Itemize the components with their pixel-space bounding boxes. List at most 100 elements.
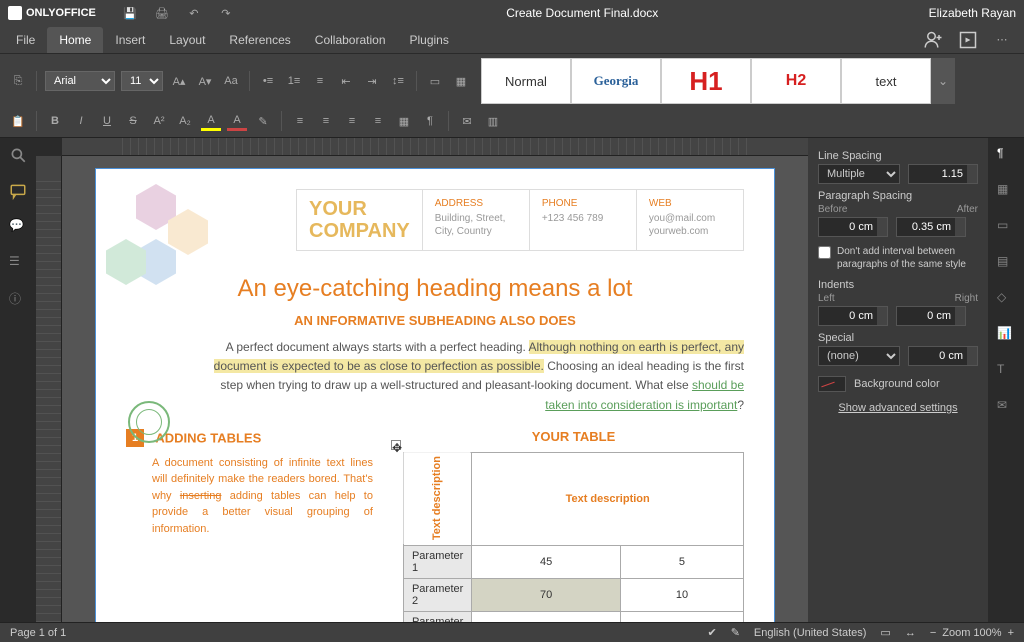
insert-field-icon[interactable]: ▭ (425, 71, 445, 91)
status-trackchanges-icon[interactable]: ✎ (731, 626, 740, 639)
table-header: Text description (472, 452, 744, 545)
align-right-icon[interactable]: ≡ (342, 111, 362, 131)
toolbar-row2: 📋 B I U S A² A₂ A A ✎ ≡ ≡ ≡ ≡ ▦ ¶ ✉ ▥ (0, 108, 1024, 138)
mailmerge-icon[interactable]: ✉ (457, 111, 477, 131)
copy-icon[interactable]: ⎘ (8, 71, 28, 91)
header-tab-icon[interactable]: ▤ (997, 254, 1015, 272)
align-justify-icon[interactable]: ≡ (368, 111, 388, 131)
style-expand-icon[interactable]: ⌄ (931, 58, 955, 104)
goto-icon[interactable] (958, 30, 978, 50)
special-select[interactable]: (none) (818, 346, 900, 366)
special-label: Special (818, 332, 978, 344)
multilevel-icon[interactable]: ≡ (310, 71, 330, 91)
align-left-icon[interactable]: ≡ (290, 111, 310, 131)
strike-icon[interactable]: S (123, 111, 143, 131)
font-decrease-icon[interactable]: A▾ (195, 71, 215, 91)
redo-icon[interactable]: ↷ (216, 3, 236, 23)
user-name: Elizabeth Rayan (929, 6, 1016, 20)
menu-file[interactable]: File (4, 27, 47, 53)
clear-format-icon[interactable]: ✎ (253, 111, 273, 131)
left-sidebar: 💬 ☰ ⓘ (0, 138, 36, 622)
fit-width-icon[interactable]: ↔ (905, 627, 916, 639)
paste-icon[interactable]: 📋 (8, 111, 28, 131)
font-increase-icon[interactable]: A▴ (169, 71, 189, 91)
textart-tab-icon[interactable]: T (997, 362, 1015, 380)
menu-insert[interactable]: Insert (103, 27, 157, 53)
feedback-icon[interactable]: ⓘ (9, 290, 27, 308)
menu-layout[interactable]: Layout (157, 27, 217, 53)
chart-tab-icon[interactable]: 📊 (997, 326, 1015, 344)
align-center-icon[interactable]: ≡ (316, 111, 336, 131)
more-icon[interactable]: ⋯ (992, 30, 1012, 50)
superscript-icon[interactable]: A² (149, 111, 169, 131)
advanced-settings-link[interactable]: Show advanced settings (818, 402, 978, 414)
zoom-out-icon[interactable]: − (930, 627, 936, 639)
menu-home[interactable]: Home (47, 27, 103, 53)
merge-tab-icon[interactable]: ✉ (997, 398, 1015, 416)
line-spacing-mode[interactable]: Multiple (818, 164, 900, 184)
app-logo: ONLYOFFICE (8, 6, 96, 20)
spacing-after[interactable] (896, 217, 966, 237)
ruler-horizontal[interactable] (62, 138, 808, 156)
status-spellcheck-icon[interactable]: ✔ (707, 626, 716, 639)
adduser-icon[interactable] (924, 30, 944, 50)
status-language[interactable]: English (United States) (754, 627, 867, 639)
bg-color-swatch[interactable] (818, 376, 846, 392)
bold-icon[interactable]: B (45, 111, 65, 131)
zoom-in-icon[interactable]: + (1008, 627, 1014, 639)
page[interactable]: YOURCOMPANY ADDRESS Building, Street, Ci… (95, 168, 775, 622)
menu-references[interactable]: References (217, 27, 302, 53)
columns-icon[interactable]: ▥ (483, 111, 503, 131)
indent-right[interactable] (896, 306, 966, 326)
style-normal[interactable]: Normal (481, 58, 571, 104)
change-case-icon[interactable]: Aa (221, 71, 241, 91)
save-icon[interactable]: 💾 (120, 3, 140, 23)
menu-plugins[interactable]: Plugins (398, 27, 461, 53)
chat-icon[interactable]: 💬 (9, 218, 27, 236)
no-interval-checkbox[interactable]: Don't add interval between paragraphs of… (818, 245, 978, 271)
style-text[interactable]: text (841, 58, 931, 104)
ruler-vertical[interactable] (36, 156, 62, 622)
shape-tab-icon[interactable]: ◇ (997, 290, 1015, 308)
print-icon[interactable]: 🖨 (152, 3, 172, 23)
indents-label: Indents (818, 279, 978, 291)
bullets-icon[interactable]: •≡ (258, 71, 278, 91)
phone-label: PHONE (542, 198, 624, 209)
search-icon[interactable] (9, 146, 27, 164)
shading-icon[interactable]: ▦ (394, 111, 414, 131)
indent-icon[interactable]: ⇥ (362, 71, 382, 91)
web-value-1: you@mail.com (649, 212, 731, 225)
navigation-icon[interactable]: ☰ (9, 254, 27, 272)
data-table[interactable]: Text description Text description Parame… (403, 452, 744, 622)
subscript-icon[interactable]: A₂ (175, 111, 195, 131)
image-tab-icon[interactable]: ▭ (997, 218, 1015, 236)
font-size-select[interactable]: 11 (121, 71, 163, 91)
nonprint-icon[interactable]: ¶ (420, 111, 440, 131)
table-move-handle[interactable]: ✥ (391, 440, 401, 450)
special-by[interactable] (908, 346, 978, 366)
highlight-icon[interactable]: A (201, 111, 221, 131)
paragraph-tab-icon[interactable]: ¶ (997, 146, 1015, 164)
table-tab-icon[interactable]: ▦ (997, 182, 1015, 200)
indent-left[interactable] (818, 306, 888, 326)
style-georgia[interactable]: Georgia (571, 58, 661, 104)
insert-table-icon[interactable]: ▦ (451, 71, 471, 91)
status-page[interactable]: Page 1 of 1 (10, 627, 66, 639)
italic-icon[interactable]: I (71, 111, 91, 131)
menu-collaboration[interactable]: Collaboration (303, 27, 398, 53)
fit-page-icon[interactable]: ▭ (880, 626, 890, 639)
style-h2[interactable]: H2 (751, 58, 841, 104)
spacing-before[interactable] (818, 217, 888, 237)
underline-icon[interactable]: U (97, 111, 117, 131)
undo-icon[interactable]: ↶ (184, 3, 204, 23)
font-name-select[interactable]: Arial (45, 71, 115, 91)
zoom-label[interactable]: Zoom 100% (942, 627, 1001, 639)
numbering-icon[interactable]: 1≡ (284, 71, 304, 91)
linespacing-icon[interactable]: ↕≡ (388, 71, 408, 91)
font-color-icon[interactable]: A (227, 111, 247, 131)
table-row: Parameter 27010 (403, 578, 743, 611)
comments-icon[interactable] (9, 182, 27, 200)
style-h1[interactable]: H1 (661, 58, 751, 104)
dedent-icon[interactable]: ⇤ (336, 71, 356, 91)
line-spacing-value[interactable] (908, 164, 978, 184)
